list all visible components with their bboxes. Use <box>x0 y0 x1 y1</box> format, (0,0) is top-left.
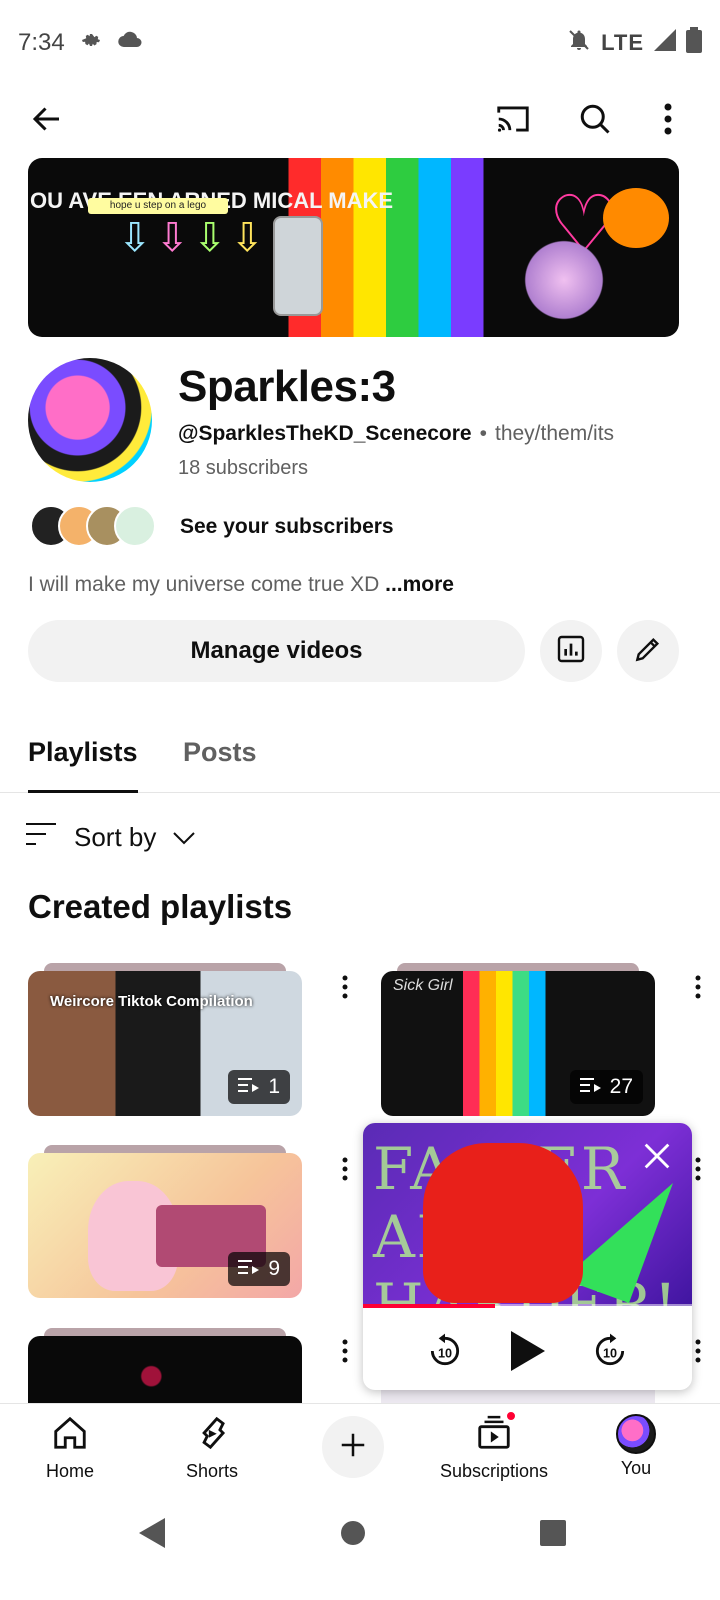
banner-sticker: hope u step on a lego <box>88 198 228 214</box>
cast-icon[interactable] <box>490 96 536 142</box>
mini-player-controls: 10 10 <box>363 1308 692 1390</box>
playlist-card[interactable]: Weircore Tiktok Compilation 1 <box>28 963 302 1116</box>
playlist-count: 27 <box>609 1075 633 1098</box>
nav-shorts-label: Shorts <box>185 1461 239 1481</box>
svg-text:10: 10 <box>438 1346 452 1360</box>
playlist-icon <box>579 1075 602 1099</box>
close-icon[interactable] <box>640 1139 674 1173</box>
sort-label: Sort by <box>74 821 157 852</box>
edit-channel-button[interactable] <box>617 620 679 682</box>
nav-shorts[interactable]: Shorts <box>152 1414 272 1482</box>
subscriber-count: 18 subscribers <box>178 457 309 479</box>
channel-handle: @SparklesTheKD_Scenecore <box>178 422 472 445</box>
replay-10-icon[interactable]: 10 <box>422 1328 468 1374</box>
network-label: LTE <box>601 30 644 55</box>
home-icon <box>51 1414 89 1457</box>
back-arrow-icon[interactable] <box>24 96 70 142</box>
mute-icon <box>567 28 591 59</box>
analytics-icon <box>555 633 587 670</box>
avatar <box>616 1414 656 1454</box>
subscriptions-icon <box>475 1410 517 1457</box>
notification-dot <box>505 1410 517 1422</box>
banner-orange <box>603 188 669 248</box>
channel-banner: OU AVE EEN ARNED MICAL MAKE hope u step … <box>28 158 679 337</box>
chevron-down-icon <box>172 822 196 853</box>
thumbnail-caption: Weircore Tiktok Compilation <box>50 993 253 1010</box>
more-link[interactable]: ...more <box>385 573 454 596</box>
playlist-thumbnail <box>28 1336 302 1403</box>
channel-name: Sparkles:3 <box>178 362 396 411</box>
description-text: I will make my universe come true XD <box>28 573 380 596</box>
active-tab-indicator <box>28 790 138 793</box>
forward-10-icon[interactable]: 10 <box>587 1328 633 1374</box>
banner-phone <box>273 216 323 316</box>
more-vert-icon[interactable] <box>645 96 691 142</box>
mini-player-video[interactable]: FASTER AND HARDER! <box>363 1123 692 1306</box>
more-vert-icon[interactable] <box>333 1331 357 1371</box>
channel-pronouns: they/them/its <box>494 422 615 445</box>
play-icon[interactable] <box>504 1328 550 1374</box>
nav-subscriptions[interactable]: Subscriptions <box>434 1410 554 1482</box>
more-vert-icon[interactable] <box>333 967 357 1007</box>
shorts-icon <box>193 1414 231 1457</box>
channel-tabs: Playlists Posts <box>0 715 720 793</box>
channel-description[interactable]: I will make my universe come true XD ...… <box>28 573 454 597</box>
pencil-icon <box>632 633 664 670</box>
svg-text:10: 10 <box>603 1346 617 1360</box>
system-home-icon[interactable] <box>333 1513 373 1553</box>
playlist-icon <box>238 1257 260 1281</box>
banner-anime-art <box>519 235 609 325</box>
signal-icon <box>654 28 676 58</box>
see-subscribers-link[interactable]: See your subscribers <box>180 515 394 539</box>
tab-posts[interactable]: Posts <box>183 737 257 768</box>
playlist-icon <box>238 1075 260 1099</box>
subscriber-avatars[interactable] <box>30 505 170 547</box>
banner-arrows: ⇩⇩⇩⇩ <box>118 216 269 260</box>
playlist-count-badge: 9 <box>228 1252 290 1286</box>
playlist-card[interactable]: 9 <box>28 1145 302 1298</box>
more-vert-icon[interactable] <box>686 967 710 1007</box>
nav-you[interactable]: You <box>576 1414 696 1479</box>
plus-icon <box>338 1430 368 1465</box>
video-art-character <box>423 1143 583 1303</box>
separator-dot: • <box>479 422 487 445</box>
status-bar: 7:34 LTE <box>0 0 720 86</box>
create-button[interactable] <box>322 1416 384 1478</box>
subscriber-avatar <box>114 505 156 547</box>
sort-by-button[interactable]: Sort by <box>24 815 196 859</box>
playlist-card[interactable] <box>28 1328 302 1403</box>
nav-home[interactable]: Home <box>10 1414 130 1482</box>
status-time: 7:34 <box>18 29 65 56</box>
search-icon[interactable] <box>572 96 618 142</box>
system-back-icon[interactable] <box>132 1513 172 1553</box>
playlist-card[interactable]: Sick Girl 27 <box>381 963 655 1116</box>
nav-you-label: You <box>620 1458 652 1478</box>
section-title: Created playlists <box>28 888 293 925</box>
manage-videos-button[interactable]: Manage videos <box>28 620 525 682</box>
playlist-count: 1 <box>268 1075 280 1098</box>
sort-icon <box>24 821 58 854</box>
playlist-count-badge: 27 <box>569 1070 643 1104</box>
gear-icon <box>79 28 103 59</box>
top-app-bar <box>0 86 720 152</box>
channel-avatar[interactable] <box>28 358 152 482</box>
playlist-count: 9 <box>268 1257 280 1280</box>
analytics-button[interactable] <box>540 620 602 682</box>
nav-home-label: Home <box>45 1461 94 1481</box>
mini-player[interactable]: FASTER AND HARDER! 10 10 <box>363 1123 692 1390</box>
bottom-navigation: Home Shorts Subscriptions You <box>0 1403 720 1495</box>
nav-subscriptions-label: Subscriptions <box>439 1461 549 1481</box>
more-vert-icon[interactable] <box>333 1149 357 1189</box>
cloud-icon <box>117 29 143 57</box>
thumbnail-caption: Sick Girl <box>393 977 453 994</box>
system-navigation <box>0 1495 720 1600</box>
system-recents-icon[interactable] <box>533 1513 573 1553</box>
channel-handle-row: @SparklesTheKD_Scenecore • they/them/its <box>178 422 614 446</box>
tab-playlists[interactable]: Playlists <box>28 737 138 768</box>
battery-icon <box>686 26 702 60</box>
playlist-count-badge: 1 <box>228 1070 290 1104</box>
